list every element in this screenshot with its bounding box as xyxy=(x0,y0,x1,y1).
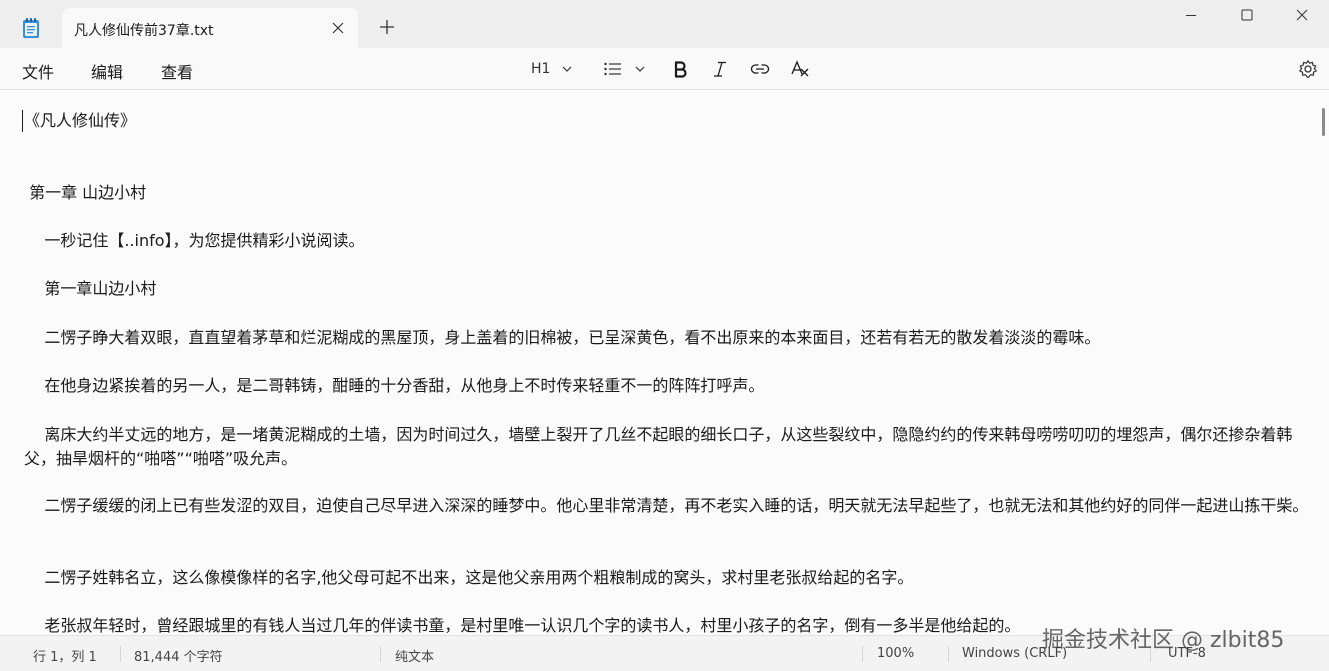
document-line: 离床大约半丈远的地方，是一堵黄泥糊成的土墙，因为时间过久，墙壁上裂开了几丝不起眼… xyxy=(24,425,1293,468)
watermark: 掘金技术社区 @ zlbit85 xyxy=(1042,628,1285,653)
heading-dropdown[interactable]: H1 xyxy=(531,56,574,82)
menu-view[interactable]: 查看 xyxy=(161,59,193,83)
clear-format-button[interactable] xyxy=(790,56,810,82)
text-editor[interactable]: 《凡人修仙传》 第一章 山边小村 一秒记住【..info】，为您提供精彩小说阅读… xyxy=(0,90,1317,635)
document-line: 《凡人修仙传》 xyxy=(24,111,137,130)
gear-icon[interactable] xyxy=(1298,59,1318,79)
menu-file[interactable]: 文件 xyxy=(22,59,54,83)
chevron-down-icon xyxy=(563,66,572,72)
notepad-icon xyxy=(23,18,39,38)
link-button[interactable] xyxy=(750,56,770,82)
italic-button[interactable] xyxy=(711,56,729,82)
document-line: 一秒记住【..info】，为您提供精彩小说阅读。 xyxy=(24,231,365,250)
title-bar: 凡人修仙传前37章.txt xyxy=(0,0,1329,48)
document-line: 第一章山边小村 xyxy=(24,279,157,298)
window-close-icon[interactable] xyxy=(1275,0,1329,32)
scrollbar-thumb[interactable] xyxy=(1322,108,1325,136)
bold-button[interactable] xyxy=(671,56,689,82)
document-line: 二愣子姓韩名立，这么像模像样的名字,他父母可起不出来，这是他父亲用两个粗粮制成的… xyxy=(24,568,914,587)
document-tab[interactable]: 凡人修仙传前37章.txt xyxy=(62,8,358,48)
document-line: 二愣子睁大着双眼，直直望着茅草和烂泥糊成的黑屋顶，身上盖着的旧棉被，已呈深黄色，… xyxy=(24,328,1101,347)
character-count: 81,444 个字符 xyxy=(134,650,223,665)
document-line: 二愣子缓缓的闭上已有些发涩的双目，迫使自己尽早进入深深的睡梦中。他心里非常清楚，… xyxy=(24,496,1309,515)
cursor-position: 行 1，列 1 xyxy=(33,650,97,665)
text-format[interactable]: 纯文本 xyxy=(395,646,434,665)
menu-bar: 文件 编辑 查看 H1 xyxy=(0,48,1329,90)
heading-label: H1 xyxy=(531,61,551,77)
close-icon[interactable] xyxy=(330,20,346,36)
maximize-icon[interactable] xyxy=(1220,0,1274,32)
bulleted-list-icon xyxy=(604,62,621,76)
divider xyxy=(120,646,121,662)
vertical-scrollbar[interactable] xyxy=(1317,90,1329,635)
document-line: 在他身边紧挨着的另一人，是二哥韩铸，酣睡的十分香甜，从他身上不时传来轻重不一的阵… xyxy=(24,376,765,395)
link-icon xyxy=(750,64,770,74)
chevron-down-icon xyxy=(635,66,645,72)
plus-icon[interactable] xyxy=(378,18,396,36)
divider xyxy=(380,646,381,662)
divider xyxy=(948,646,949,662)
clear-format-icon xyxy=(791,60,809,77)
tab-title: 凡人修仙传前37章.txt xyxy=(74,23,214,39)
divider xyxy=(862,646,863,662)
text-caret xyxy=(22,110,23,132)
italic-icon xyxy=(714,61,726,77)
menu-edit[interactable]: 编辑 xyxy=(91,59,123,83)
list-dropdown[interactable] xyxy=(603,56,647,82)
document-line: 第一章 山边小村 xyxy=(24,183,147,202)
zoom-level[interactable]: 100% xyxy=(877,646,914,661)
minimize-icon[interactable] xyxy=(1165,0,1219,32)
bold-icon xyxy=(674,61,687,78)
